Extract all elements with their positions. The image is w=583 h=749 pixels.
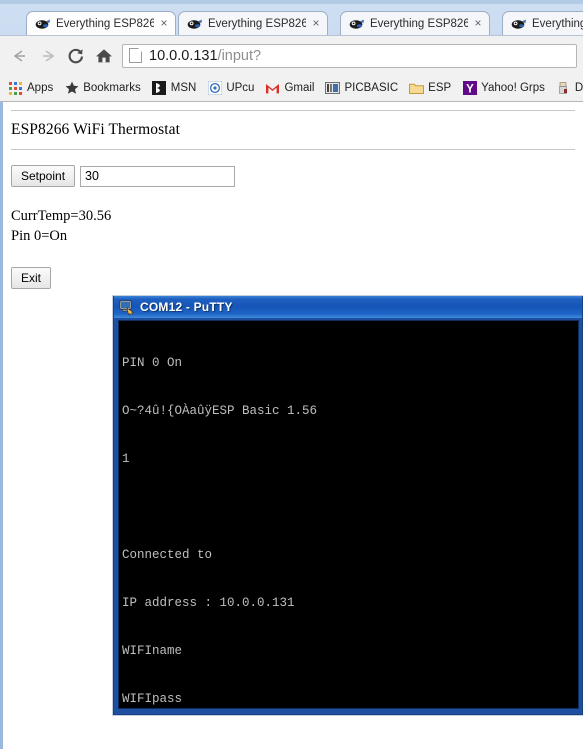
bookmark-label: PICBASIC — [344, 82, 399, 94]
apps-grid-icon — [8, 81, 23, 96]
url-text: 10.0.0.131/input? — [149, 48, 261, 64]
bookmark-label: MSN — [170, 82, 197, 94]
bookmark-dilbert[interactable]: Dilbe — [556, 81, 583, 96]
putty-window[interactable]: COM12 - PuTTY PIN 0 On O~?4û!{OÀaûÿESP B… — [113, 296, 583, 715]
dilbert-icon — [556, 81, 571, 96]
putty-terminal-icon — [119, 299, 135, 316]
page-document-icon — [129, 48, 142, 63]
picbasic-icon — [325, 81, 341, 96]
setpoint-input[interactable] — [80, 165, 236, 187]
svg-text:Y: Y — [466, 83, 474, 95]
putty-terminal[interactable]: PIN 0 On O~?4û!{OÀaûÿESP Basic 1.56 1 Co… — [118, 320, 579, 709]
address-bar[interactable]: 10.0.0.131/input? — [122, 43, 577, 68]
current-temperature-line: CurrTemp=30.56 — [11, 208, 112, 224]
gmail-m-icon — [265, 81, 280, 96]
bookmark-upcu[interactable]: UPcu — [207, 81, 254, 96]
terminal-line: Connected to — [122, 548, 213, 562]
folder-icon — [409, 81, 425, 96]
bookmark-label: Dilbe — [574, 82, 583, 94]
exit-button[interactable]: Exit — [11, 267, 52, 289]
esp8266-favicon — [187, 17, 203, 31]
tab-4[interactable]: Everything — [502, 11, 583, 35]
tab-title: Everything ESP8266 - — [208, 17, 306, 30]
url-path: /input? — [217, 47, 262, 64]
bookmark-label: ESP — [428, 82, 452, 94]
bookmark-yahoo-grps[interactable]: Y Yahoo! Grps — [462, 81, 545, 96]
browser-toolbar: 10.0.0.131/input? — [0, 35, 583, 75]
terminal-line: 1 — [122, 452, 130, 466]
bookmark-msn[interactable]: MSN — [152, 81, 197, 96]
terminal-line: IP address : 10.0.0.131 — [122, 596, 295, 610]
bookmark-label: Bookmarks — [83, 82, 141, 94]
msn-butterfly-icon — [152, 81, 167, 96]
star-icon — [64, 81, 79, 96]
tab-strip: Everything ESP8266 - × Everything ESP826… — [0, 8, 583, 35]
pin-state-line: Pin 0=On — [11, 228, 68, 244]
terminal-line: WIFIpass — [122, 692, 183, 706]
tab-1[interactable]: Everything ESP8266 - × — [26, 11, 176, 35]
terminal-line: WIFIname — [122, 644, 183, 658]
bookmarks-bar: Apps Bookmarks MSN UPcu Gmail PICBASIC E… — [0, 75, 583, 102]
terminal-line: PIN 0 On — [122, 356, 183, 370]
terminal-output: PIN 0 On O~?4û!{OÀaûÿESP Basic 1.56 1 Co… — [119, 321, 578, 708]
bookmark-picbasic[interactable]: PICBASIC — [325, 81, 398, 96]
tab-3[interactable]: Everything ESP8266 - × — [340, 11, 490, 35]
home-icon[interactable] — [90, 42, 118, 70]
bookmark-apps[interactable]: Apps — [8, 81, 53, 96]
bookmark-bookmarks[interactable]: Bookmarks — [64, 81, 141, 96]
browser-chrome: Everything ESP8266 - × Everything ESP826… — [0, 0, 583, 102]
bookmark-gmail[interactable]: Gmail — [265, 81, 314, 96]
bookmark-label: Yahoo! Grps — [481, 82, 545, 94]
bookmark-label: Gmail — [284, 82, 315, 94]
forward-arrow-icon[interactable] — [34, 42, 62, 70]
tab-close-button[interactable]: × — [309, 16, 323, 31]
upcu-icon — [207, 81, 222, 96]
yahoo-y-icon: Y — [462, 81, 477, 96]
tab-title: Everything — [532, 17, 583, 30]
putty-title-bar[interactable]: COM12 - PuTTY — [114, 296, 582, 318]
esp8266-favicon — [349, 17, 365, 31]
tab-2[interactable]: Everything ESP8266 - × — [178, 11, 328, 35]
tab-close-button[interactable]: × — [471, 16, 485, 31]
setpoint-form: Setpoint — [11, 165, 575, 187]
status-block: CurrTemp=30.56 Pin 0=On — [11, 206, 575, 246]
setpoint-button[interactable]: Setpoint — [11, 165, 76, 187]
bookmark-label: Apps — [27, 82, 54, 94]
screen: Everything ESP8266 - × Everything ESP826… — [0, 0, 583, 749]
putty-title-text: COM12 - PuTTY — [140, 300, 233, 314]
reload-icon[interactable] — [62, 42, 90, 70]
tab-close-button[interactable]: × — [157, 16, 171, 31]
divider-bottom — [11, 149, 575, 151]
url-host: 10.0.0.131 — [149, 47, 218, 64]
page-title: ESP8266 WiFi Thermostat — [11, 121, 181, 138]
thermostat-page: ESP8266 WiFi Thermostat Setpoint CurrTem… — [3, 102, 583, 289]
exit-row: Exit — [11, 267, 575, 289]
esp8266-favicon — [35, 17, 51, 31]
esp8266-favicon — [511, 17, 527, 31]
tab-title: Everything ESP8266 - — [56, 17, 154, 30]
bookmark-label: UPcu — [226, 82, 255, 94]
divider-top — [11, 110, 575, 112]
tab-title: Everything ESP8266 - — [370, 17, 468, 30]
back-arrow-icon[interactable] — [6, 42, 34, 70]
terminal-line: O~?4û!{OÀaûÿESP Basic 1.56 — [122, 404, 318, 418]
bookmark-esp[interactable]: ESP — [409, 81, 451, 96]
